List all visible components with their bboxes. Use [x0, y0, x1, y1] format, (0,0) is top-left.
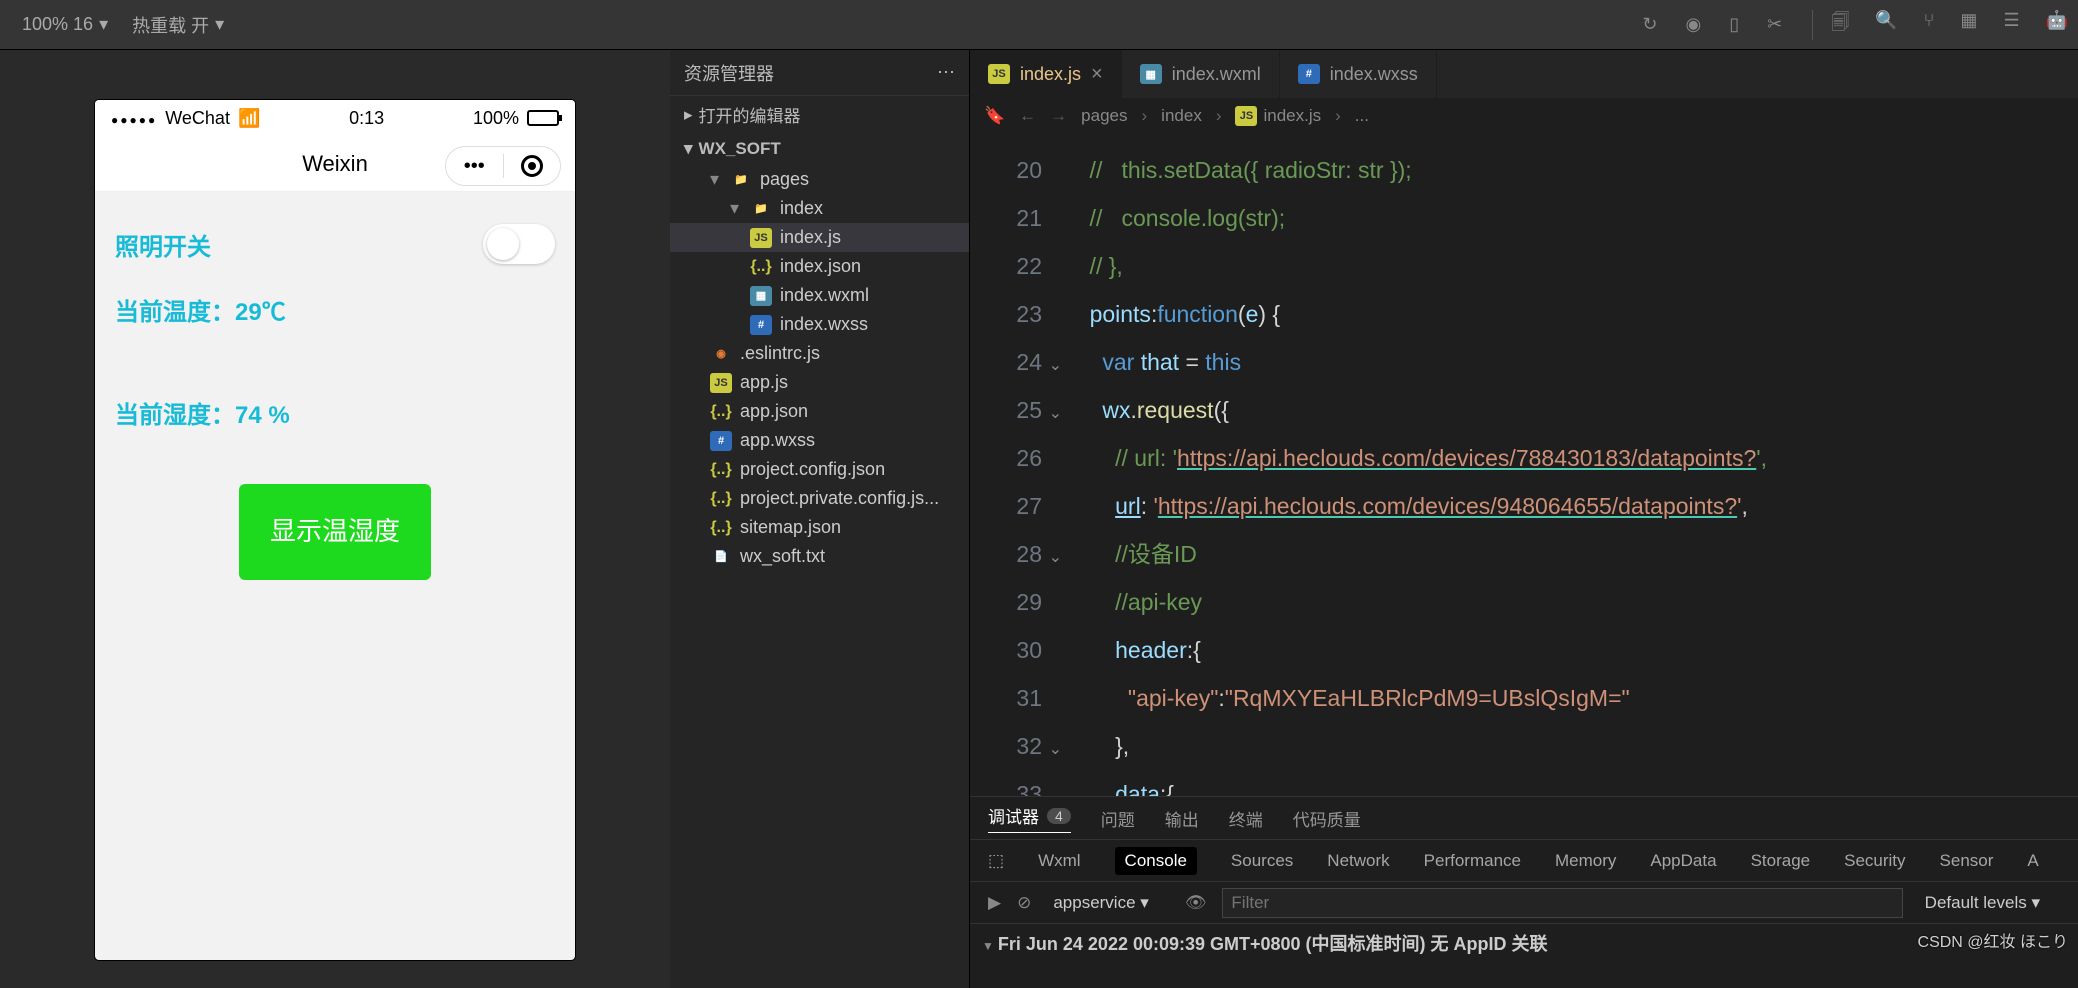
tree-item-sitemap.json[interactable]: sitemap.json — [670, 513, 969, 542]
tree-item-app.wxss[interactable]: #app.wxss — [670, 426, 969, 455]
tab-index.wxml[interactable]: ▦index.wxml — [1122, 50, 1280, 98]
forward-icon[interactable]: → — [1050, 106, 1067, 126]
tree-item-app.js[interactable]: JSapp.js — [670, 368, 969, 397]
temp-row: 当前温度：29℃ — [115, 292, 286, 327]
editor-pane: JSindex.js×▦index.wxml#index.wxss 🔖 ← → … — [970, 50, 2078, 988]
devtools-tabs: ⬚ Wxml Console Sources Network Performance Me… — [970, 839, 2078, 881]
explorer-title: 资源管理器 — [684, 60, 774, 86]
battery-pct: 100% — [473, 108, 519, 129]
devtab-AppData[interactable]: AppData — [1650, 851, 1716, 871]
panel-tab-输出[interactable]: 输出 — [1165, 806, 1199, 831]
devtab-Console[interactable]: Console — [1115, 847, 1197, 875]
carrier-label: WeChat — [165, 108, 230, 129]
robot-icon[interactable]: 🤖 — [2046, 10, 2068, 40]
phone-navbar: Weixin ••• — [95, 136, 575, 192]
open-editors-section[interactable]: ▸ 打开的编辑器 — [670, 96, 969, 133]
phone-frame: WeChat 📶 0:13 100% Weixin ••• 照明开关 当前温度 — [95, 100, 575, 960]
devtab-Sources[interactable]: Sources — [1231, 851, 1293, 871]
tree-item-index.js[interactable]: JSindex.js — [670, 223, 969, 252]
branch-icon[interactable]: ⑂ — [1924, 10, 1935, 40]
devtab-Performance[interactable]: Performance — [1424, 851, 1521, 871]
app-title: Weixin — [302, 151, 368, 177]
bottom-panel: 调试器4 问题 输出 终端 代码质量 ⬚ Wxml Console Sources Netwo… — [970, 796, 2078, 988]
top-toolbar: 100% 16▾ 热重载 开▾ ↻ ◉ ▯ ✂ 🗐 🔍 ⑂ ▦ ☰ 🤖 — [0, 0, 2078, 50]
tree-item-index.wxss[interactable]: #index.wxss — [670, 310, 969, 339]
panel-tabs: 调试器4 问题 输出 终端 代码质量 — [970, 797, 2078, 839]
capsule-close-icon[interactable] — [504, 155, 561, 177]
light-label: 照明开关 — [115, 227, 211, 262]
tree-item-project.config.json[interactable]: project.config.json — [670, 455, 969, 484]
devtab-Memory[interactable]: Memory — [1555, 851, 1616, 871]
more-icon[interactable]: ⋯ — [937, 62, 955, 83]
levels-select[interactable]: Default levels ▾ — [1919, 891, 2060, 915]
simulator-pane: WeChat 📶 0:13 100% Weixin ••• 照明开关 当前温度 — [0, 50, 670, 988]
search-icon[interactable]: 🔍 — [1875, 10, 1897, 40]
close-icon[interactable]: × — [1091, 63, 1103, 86]
tree-item-pages[interactable]: ▾pages — [670, 165, 969, 194]
hotreload-toggle[interactable]: 热重载 开▾ — [120, 12, 236, 38]
clock-label: 0:13 — [349, 108, 384, 129]
back-icon[interactable]: ← — [1019, 106, 1036, 126]
panel-tab-问题[interactable]: 问题 — [1101, 806, 1135, 831]
tree-item-wx_soft.txt[interactable]: wx_soft.txt — [670, 542, 969, 571]
devtab-Network[interactable]: Network — [1327, 851, 1389, 871]
tree-item-.eslintrc.js[interactable]: .eslintrc.js — [670, 339, 969, 368]
show-data-button[interactable]: 显示温湿度 — [239, 484, 431, 580]
files-icon[interactable]: 🗐 — [1831, 10, 1849, 40]
tree-item-project.private.config.js...[interactable]: project.private.config.js... — [670, 484, 969, 513]
panel-tab-终端[interactable]: 终端 — [1229, 806, 1263, 831]
code-editor[interactable]: 2021222324⌄25⌄262728⌄29303132⌄3334 // th… — [970, 134, 2078, 796]
watermark: CSDN @红妆 ほこり — [1918, 928, 2068, 952]
refresh-icon[interactable]: ↻ — [1642, 14, 1657, 35]
editor-tabs: JSindex.js×▦index.wxml#index.wxss — [970, 50, 2078, 98]
tree-item-index.wxml[interactable]: ▦index.wxml — [670, 281, 969, 310]
humid-row: 当前湿度：74 % — [115, 395, 290, 430]
breadcrumb[interactable]: 🔖 ← → pages index JSindex.js ... — [970, 98, 2078, 134]
project-section[interactable]: ▾ WX_SOFT — [670, 133, 969, 165]
devtab-Wxml[interactable]: Wxml — [1038, 851, 1080, 871]
tree-item-index[interactable]: ▾index — [670, 194, 969, 223]
light-switch[interactable] — [483, 224, 555, 264]
clear-icon[interactable]: ⊘ — [1017, 893, 1031, 913]
file-tree: ▾pages▾indexJSindex.jsindex.json▦index.w… — [670, 165, 969, 988]
zoom-selector[interactable]: 100% 16▾ — [10, 14, 120, 35]
console-toolbar: ▶ ⊘ appservice ▾ 👁 Default levels ▾ — [970, 881, 2078, 923]
wifi-icon: 📶 — [238, 108, 260, 129]
tree-item-app.json[interactable]: app.json — [670, 397, 969, 426]
devtab-Security[interactable]: Security — [1844, 851, 1905, 871]
capsule-menu[interactable]: ••• — [445, 146, 561, 186]
list-icon[interactable]: ☰ — [2003, 10, 2019, 40]
devtab-Sensor[interactable]: Sensor — [1940, 851, 1994, 871]
tab-index.js[interactable]: JSindex.js× — [970, 50, 1122, 98]
device-icon[interactable]: ▯ — [1729, 14, 1739, 35]
battery-icon — [527, 110, 559, 126]
phone-statusbar: WeChat 📶 0:13 100% — [95, 100, 575, 136]
tab-index.wxss[interactable]: #index.wxss — [1280, 50, 1437, 98]
divider — [1812, 10, 1813, 40]
boxes-icon[interactable]: ▦ — [1960, 10, 1977, 40]
explorer-pane: 资源管理器 ⋯ ▸ 打开的编辑器 ▾ WX_SOFT ▾pages▾indexJ… — [670, 50, 970, 988]
stop-icon[interactable]: ◉ — [1685, 14, 1701, 35]
tree-item-index.json[interactable]: index.json — [670, 252, 969, 281]
filter-input[interactable] — [1222, 888, 1902, 918]
play-icon[interactable]: ▶ — [988, 893, 1001, 913]
inspect-icon[interactable]: ⬚ — [988, 851, 1004, 871]
devtab-A[interactable]: A — [2027, 851, 2038, 871]
console-output[interactable]: Fri Jun 24 2022 00:09:39 GMT+0800 (中国标准时… — [970, 923, 2078, 988]
bookmark-icon[interactable]: 🔖 — [984, 106, 1005, 126]
devtab-Storage[interactable]: Storage — [1751, 851, 1811, 871]
cut-icon[interactable]: ✂ — [1767, 14, 1782, 35]
signal-icon — [111, 108, 157, 129]
panel-tab-代码质量[interactable]: 代码质量 — [1293, 806, 1361, 831]
panel-tab-调试器[interactable]: 调试器4 — [988, 803, 1071, 833]
capsule-more-icon[interactable]: ••• — [446, 155, 503, 178]
context-select[interactable]: appservice ▾ — [1047, 891, 1168, 915]
eye-icon[interactable]: 👁 — [1185, 893, 1207, 913]
